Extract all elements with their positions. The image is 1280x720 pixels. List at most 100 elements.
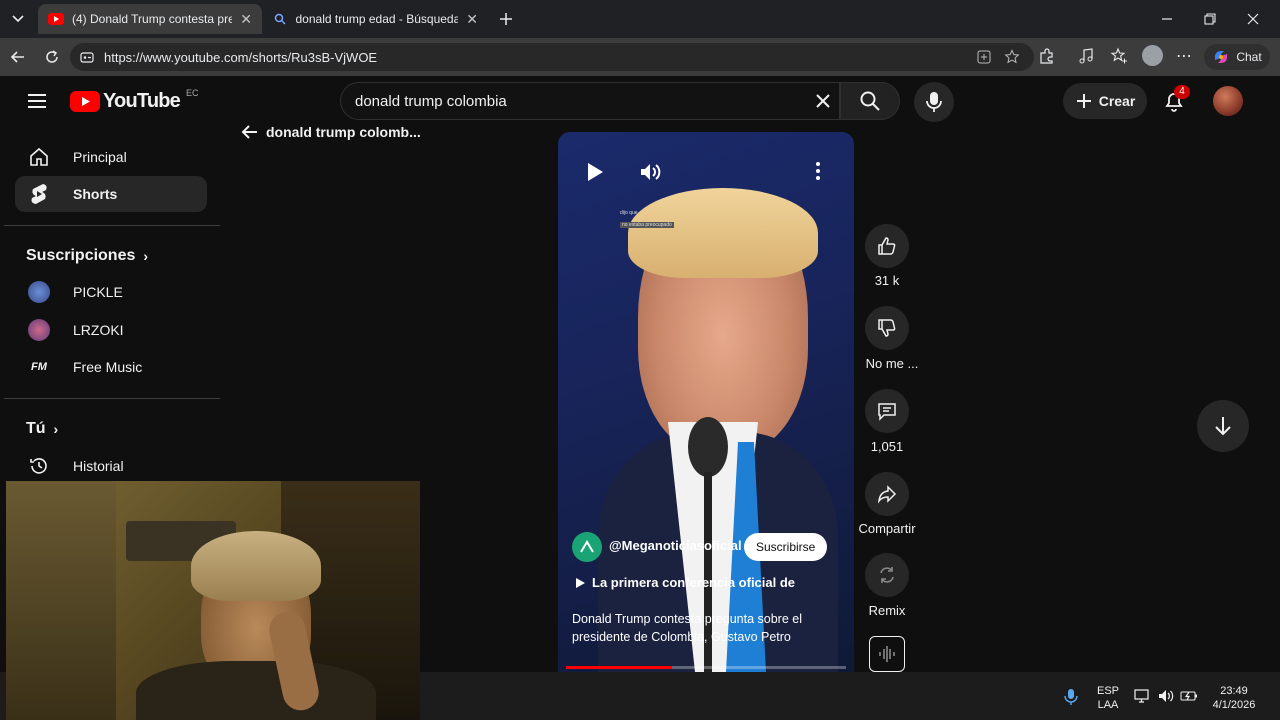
webcam-person-hair [191, 531, 321, 601]
clock-time: 23:49 [1220, 685, 1248, 697]
favorites-collection-icon[interactable] [1110, 47, 1128, 70]
comments-button[interactable] [865, 389, 909, 433]
sidebar-divider [4, 225, 220, 226]
create-label: Crear [1098, 93, 1136, 109]
voice-search-button[interactable] [914, 82, 954, 122]
video-description: Donald Trump contesta pregunta sobre el … [572, 612, 802, 644]
hamburger-menu-icon[interactable] [26, 92, 48, 115]
microphone-tray-icon[interactable] [1064, 688, 1078, 711]
subscriptions-heading[interactable]: Suscripciones › [26, 247, 148, 265]
battery-icon[interactable] [1180, 689, 1198, 708]
tab-list-chevron-icon[interactable] [6, 8, 30, 30]
copilot-icon [1212, 48, 1230, 66]
language-indicator[interactable]: ESP LAA [1094, 684, 1122, 712]
share-arrow-icon [877, 485, 897, 504]
tab-youtube[interactable]: (4) Donald Trump contesta pregun ✕ [38, 4, 262, 34]
back-arrow-icon [241, 125, 257, 139]
url-text: https://www.youtube.com/shorts/Ru3sB-VjW… [104, 49, 378, 65]
webcam-overlay [6, 481, 420, 720]
clock[interactable]: 23:49 4/1/2026 [1206, 684, 1262, 712]
more-options-icon[interactable] [814, 160, 822, 187]
user-avatar[interactable] [1213, 86, 1243, 116]
extensions-puzzle-icon[interactable] [1038, 47, 1056, 70]
tab-close-icon[interactable]: ✕ [466, 11, 478, 28]
subscribe-button[interactable]: Suscribirse [744, 533, 828, 561]
video-caption-small: dijo que [620, 210, 638, 216]
notifications-bell-icon[interactable]: 4 [1162, 85, 1190, 118]
sidebar-subscription-lrzoki[interactable]: LRZOKI [15, 312, 207, 348]
you-heading-label: Tú [26, 420, 46, 437]
sidebar-subscription-free-music[interactable]: FM Free Music [15, 349, 207, 385]
share-label: Compartir [858, 521, 916, 536]
video-caption-small: no estaba preocupado [620, 222, 674, 228]
video-figure-hair [628, 188, 818, 278]
shorts-video-player[interactable]: dijo que no estaba preocupado @Meganotic… [558, 132, 854, 672]
copilot-chat-button[interactable]: Chat [1204, 44, 1270, 70]
create-button[interactable]: Crear [1063, 83, 1147, 119]
microphone-icon [926, 92, 942, 112]
plus-icon [1076, 94, 1091, 108]
sidebar-item-historial[interactable]: Historial [15, 448, 207, 484]
channel-name[interactable]: @Meganoticiasoficial [609, 538, 742, 553]
more-menu-icon[interactable]: ⋯ [1176, 46, 1192, 66]
media-control-icon[interactable] [1077, 47, 1095, 70]
back-arrow-icon[interactable] [4, 43, 32, 71]
search-favicon-icon [272, 11, 288, 27]
remix-button[interactable] [865, 553, 909, 597]
restore-window-icon[interactable] [1201, 10, 1219, 28]
you-heading[interactable]: Tú › [26, 420, 58, 438]
next-short-button[interactable] [1197, 400, 1249, 452]
minimize-window-icon[interactable] [1158, 10, 1176, 28]
subscription-label: LRZOKI [73, 322, 124, 338]
channel-avatar[interactable] [572, 532, 602, 562]
sound-button[interactable] [869, 636, 905, 672]
address-bar[interactable]: https://www.youtube.com/shorts/Ru3sB-VjW… [70, 43, 1034, 71]
playlist-link[interactable]: La primera conferencia oficial de [574, 575, 795, 590]
search-input[interactable]: donald trump colombia [340, 82, 840, 120]
tab-bing-search[interactable]: donald trump edad - Búsqueda ✕ [262, 4, 488, 34]
sidebar-subscription-pickle[interactable]: PICKLE [15, 274, 207, 310]
chevron-right-icon: › [53, 421, 59, 437]
language-code: ESP [1096, 685, 1119, 697]
play-small-icon [576, 577, 585, 588]
history-icon [27, 454, 51, 478]
thumbs-up-icon [878, 237, 896, 255]
volume-icon[interactable] [638, 160, 662, 189]
dislike-button[interactable] [865, 306, 909, 350]
subscription-label: Free Music [73, 359, 143, 375]
site-info-icon[interactable] [80, 50, 94, 64]
share-button[interactable] [865, 472, 909, 516]
close-window-icon[interactable] [1244, 10, 1262, 28]
playlist-line: La primera conferencia oficial de [592, 575, 796, 590]
home-icon [27, 145, 51, 169]
thumbs-down-icon [878, 319, 896, 337]
shorts-back-header[interactable]: donald trump colomb... [240, 124, 421, 140]
youtube-favicon-icon [48, 11, 64, 27]
volume-tray-icon[interactable] [1157, 688, 1175, 709]
keyboard-layout: LAA [1097, 699, 1119, 711]
sidebar-item-label: Shorts [73, 186, 118, 202]
network-icon[interactable] [1134, 688, 1152, 709]
sidebar-item-principal[interactable]: Principal [15, 139, 207, 175]
sidebar-item-shorts[interactable]: Shorts [15, 176, 207, 212]
youtube-logo-icon [70, 91, 100, 112]
clear-search-icon[interactable] [814, 92, 832, 114]
search-button[interactable] [840, 82, 900, 120]
like-button[interactable] [865, 224, 909, 268]
youtube-logo[interactable]: YouTube EC [70, 87, 199, 113]
tab-close-icon[interactable]: ✕ [240, 11, 252, 28]
chevron-right-icon: › [143, 248, 149, 264]
region-code: EC [185, 87, 199, 98]
dislike-label: No me ... [865, 356, 919, 371]
webcam-person-shirt [136, 661, 376, 720]
profile-avatar-icon[interactable] [1142, 45, 1163, 66]
new-tab-plus-icon[interactable] [496, 8, 516, 30]
play-button-icon[interactable] [584, 160, 606, 189]
favorite-star-icon[interactable] [1004, 49, 1020, 68]
shorts-icon [27, 182, 51, 206]
reload-icon[interactable] [38, 43, 66, 71]
sidebar-divider [4, 398, 220, 399]
video-progress-track[interactable] [566, 666, 846, 669]
tab-title: donald trump edad - Búsqueda [295, 12, 459, 26]
install-app-icon[interactable] [976, 49, 992, 68]
